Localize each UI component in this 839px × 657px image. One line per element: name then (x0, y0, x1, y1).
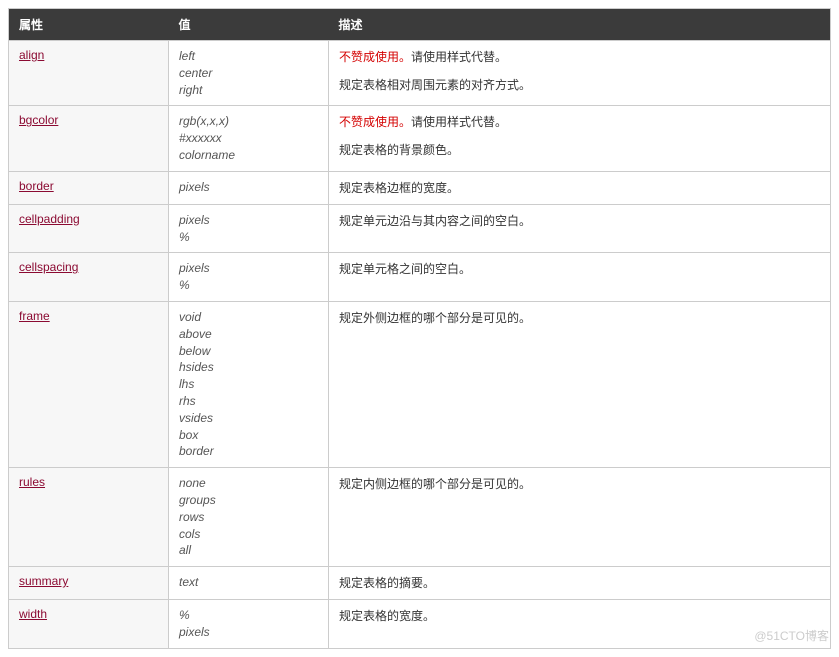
desc-text: 规定内侧边框的哪个部分是可见的。 (339, 475, 820, 493)
table-row: bgcolorrgb(x,x,x)#xxxxxxcolorname不赞成使用。请… (9, 106, 831, 171)
attr-cell: align (9, 41, 169, 106)
desc-text: 规定单元格之间的空白。 (339, 260, 820, 278)
value-item: box (179, 427, 318, 444)
desc-text: 规定表格的宽度。 (339, 607, 820, 625)
value-item: hsides (179, 359, 318, 376)
value-item: pixels (179, 179, 318, 196)
value-item: % (179, 229, 318, 246)
value-item: rows (179, 509, 318, 526)
table-row: cellpadding pixels% 规定单元边沿与其内容之间的空白。 (9, 204, 831, 253)
desc-text: 规定单元边沿与其内容之间的空白。 (339, 212, 820, 230)
header-attr: 属性 (9, 9, 169, 41)
table-row: border pixels 规定表格边框的宽度。 (9, 171, 831, 204)
value-item: % (179, 277, 318, 294)
value-item: left (179, 48, 318, 65)
attr-link[interactable]: bgcolor (19, 113, 58, 127)
desc-cell: 规定表格边框的宽度。 (329, 171, 831, 204)
desc-cell: 规定单元边沿与其内容之间的空白。 (329, 204, 831, 253)
value-item: lhs (179, 376, 318, 393)
value-item: % (179, 607, 318, 624)
value-item: vsides (179, 410, 318, 427)
value-cell: pixels% (169, 204, 329, 253)
value-item: below (179, 343, 318, 360)
value-item: rhs (179, 393, 318, 410)
value-item: void (179, 309, 318, 326)
attributes-table: 属性 值 描述 alignleftcenterright不赞成使用。请使用样式代… (8, 8, 831, 649)
deprecated-label: 不赞成使用。 (339, 50, 411, 64)
value-item: #xxxxxx (179, 130, 318, 147)
value-cell: voidabovebelowhsideslhsrhsvsidesboxborde… (169, 301, 329, 467)
desc-cell: 规定单元格之间的空白。 (329, 253, 831, 302)
value-cell: nonegroupsrowscolsall (169, 468, 329, 567)
deprecated-label: 不赞成使用。 (339, 115, 411, 129)
header-value: 值 (169, 9, 329, 41)
value-item: groups (179, 492, 318, 509)
value-item: none (179, 475, 318, 492)
attr-link[interactable]: frame (19, 309, 50, 323)
value-item: right (179, 82, 318, 99)
attr-link[interactable]: border (19, 179, 54, 193)
value-item: pixels (179, 260, 318, 277)
desc-cell: 规定表格的摘要。 (329, 567, 831, 600)
attr-cell: frame (9, 301, 169, 467)
table-row: cellspacing pixels% 规定单元格之间的空白。 (9, 253, 831, 302)
value-item: colorname (179, 147, 318, 164)
attr-cell: border (9, 171, 169, 204)
value-cell: leftcenterright (169, 41, 329, 106)
attr-link[interactable]: cellspacing (19, 260, 78, 274)
value-item: above (179, 326, 318, 343)
attr-link[interactable]: width (19, 607, 47, 621)
value-cell: text (169, 567, 329, 600)
value-cell: %pixels (169, 600, 329, 649)
attr-cell: rules (9, 468, 169, 567)
value-cell: rgb(x,x,x)#xxxxxxcolorname (169, 106, 329, 171)
desc-text: 规定外侧边框的哪个部分是可见的。 (339, 309, 820, 327)
desc-text: 规定表格边框的宽度。 (339, 179, 820, 197)
desc-cell: 规定内侧边框的哪个部分是可见的。 (329, 468, 831, 567)
table-header-row: 属性 值 描述 (9, 9, 831, 41)
attr-cell: bgcolor (9, 106, 169, 171)
attr-cell: cellpadding (9, 204, 169, 253)
table-row: alignleftcenterright不赞成使用。请使用样式代替。规定表格相对… (9, 41, 831, 106)
header-desc: 描述 (329, 9, 831, 41)
desc-cell: 不赞成使用。请使用样式代替。规定表格的背景颜色。 (329, 106, 831, 171)
value-item: rgb(x,x,x) (179, 113, 318, 130)
value-item: pixels (179, 212, 318, 229)
value-item: pixels (179, 624, 318, 641)
desc-text: 规定表格的摘要。 (339, 574, 820, 592)
desc-text: 规定表格相对周围元素的对齐方式。 (339, 76, 820, 94)
desc-cell: 不赞成使用。请使用样式代替。规定表格相对周围元素的对齐方式。 (329, 41, 831, 106)
table-row: rules nonegroupsrowscolsall 规定内侧边框的哪个部分是可见… (9, 468, 831, 567)
value-cell: pixels% (169, 253, 329, 302)
value-item: cols (179, 526, 318, 543)
attr-cell: cellspacing (9, 253, 169, 302)
desc-cell: 规定外侧边框的哪个部分是可见的。 (329, 301, 831, 467)
value-item: all (179, 542, 318, 559)
attr-link[interactable]: cellpadding (19, 212, 80, 226)
desc-text: 规定表格的背景颜色。 (339, 141, 820, 159)
attr-link[interactable]: rules (19, 475, 45, 489)
value-cell: pixels (169, 171, 329, 204)
attr-cell: summary (9, 567, 169, 600)
value-item: text (179, 574, 318, 591)
table-row: width%pixels规定表格的宽度。 (9, 600, 831, 649)
attr-link[interactable]: summary (19, 574, 68, 588)
table-row: summary text 规定表格的摘要。 (9, 567, 831, 600)
attr-cell: width (9, 600, 169, 649)
desc-cell: 规定表格的宽度。 (329, 600, 831, 649)
table-row: frame voidabovebelowhsideslhsrhsvsidesbox… (9, 301, 831, 467)
value-item: border (179, 443, 318, 460)
value-item: center (179, 65, 318, 82)
attr-link[interactable]: align (19, 48, 44, 62)
